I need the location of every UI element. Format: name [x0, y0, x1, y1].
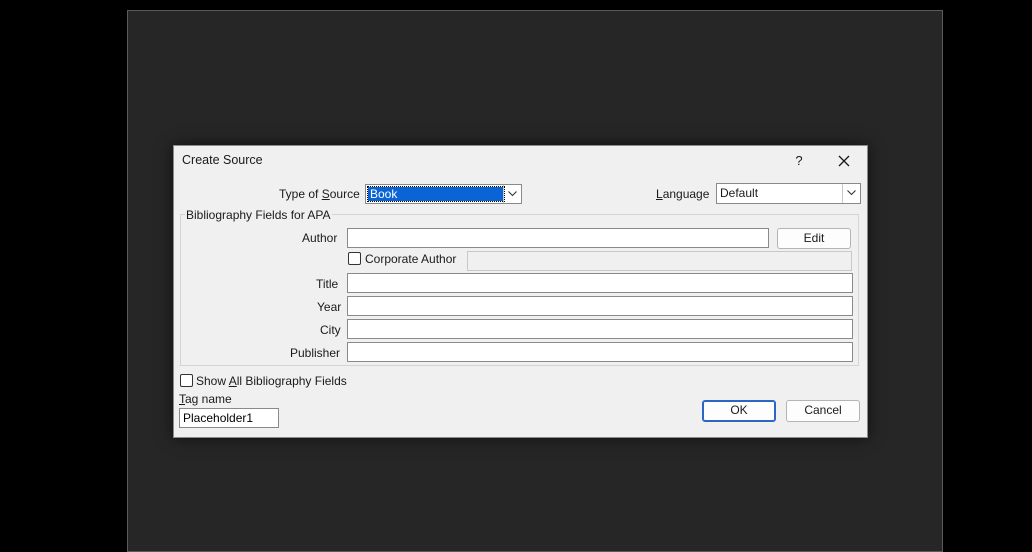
- language-dropdown-button[interactable]: [842, 184, 860, 203]
- title-label: Title: [316, 277, 339, 291]
- publisher-input[interactable]: [347, 342, 853, 362]
- ok-button[interactable]: OK: [702, 400, 776, 422]
- year-input[interactable]: [347, 296, 853, 316]
- type-of-source-label: Type of Source: [279, 187, 360, 201]
- title-input[interactable]: [347, 273, 853, 293]
- bibliography-fields-group-title: Bibliography Fields for APA: [185, 208, 332, 222]
- close-button[interactable]: [829, 150, 859, 172]
- city-label: City: [320, 323, 341, 337]
- city-input[interactable]: [347, 319, 853, 339]
- author-label: Author: [302, 231, 338, 245]
- year-label: Year: [317, 300, 342, 314]
- publisher-label: Publisher: [290, 346, 341, 360]
- corporate-author-checkbox[interactable]: [348, 252, 361, 265]
- dialog-title: Create Source: [182, 153, 263, 167]
- language-value: Default: [720, 186, 759, 200]
- dialog-titlebar: Create Source ?: [174, 146, 867, 176]
- corporate-author-input: [467, 251, 852, 271]
- edit-author-button[interactable]: Edit: [777, 228, 851, 249]
- show-all-fields-checkbox[interactable]: [180, 374, 193, 387]
- tag-name-input[interactable]: [179, 408, 279, 428]
- language-select[interactable]: Default: [716, 183, 861, 204]
- help-button[interactable]: ?: [784, 150, 814, 172]
- tag-name-label: Tag name: [179, 392, 232, 406]
- create-source-dialog: Create Source ? Type of Source Book Lang…: [173, 145, 868, 438]
- type-of-source-select[interactable]: Book: [365, 184, 522, 204]
- cancel-button[interactable]: Cancel: [786, 400, 860, 422]
- chevron-down-icon: [508, 191, 517, 197]
- language-label: Language: [656, 187, 710, 201]
- author-input[interactable]: [347, 228, 769, 248]
- close-icon: [838, 155, 850, 167]
- show-all-fields-label: Show All Bibliography Fields: [196, 374, 347, 388]
- corporate-author-label: Corporate Author: [365, 252, 457, 266]
- chevron-down-icon: [847, 190, 856, 196]
- type-of-source-value: Book: [367, 186, 505, 202]
- type-of-source-dropdown-button[interactable]: [503, 185, 521, 203]
